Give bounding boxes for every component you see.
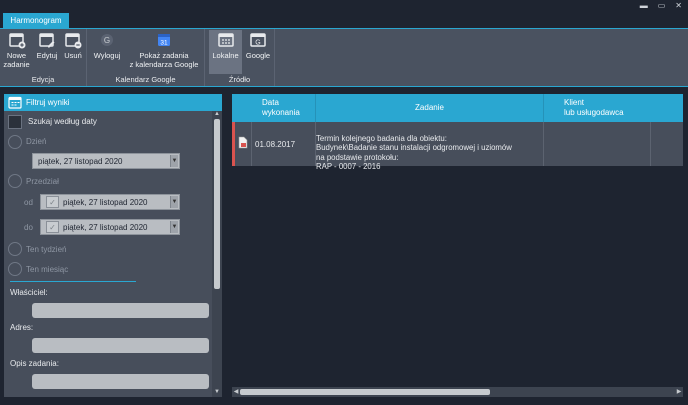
local-calendar-icon [217,33,234,47]
ribbon: Nowe zadanie Edytuj Usuń Edycja G Wylogu… [0,28,688,87]
filter-header: Filtruj wyniki [4,94,222,111]
scroll-right-icon[interactable]: ▶ [675,387,683,397]
ribbon-group-google-calendar: G Wyloguj 31 Pokaż zadania z kalendarza … [87,29,205,86]
address-field[interactable] [32,338,209,353]
scroll-up-icon[interactable]: ▲ [212,111,222,119]
grid-horizontal-scrollbar[interactable]: ◀ ▶ [232,387,683,397]
filter-divider [10,281,136,282]
edit-label: Edytuj [36,51,58,60]
filter-panel: Filtruj wyniki Szukaj według daty Dzień … [4,94,222,397]
address-label: Adres: [10,323,34,332]
to-label: do [24,223,33,232]
day-date-picker[interactable]: piątek, 27 listopad 2020 ▼ [32,153,180,169]
google-logout-icon: G [101,34,113,46]
day-date-value: piątek, 27 listopad 2020 [38,156,123,166]
minimize-icon[interactable]: ▬ [640,1,648,10]
range-radio[interactable] [8,174,22,188]
close-icon[interactable]: ✕ [675,1,682,10]
task-description-field[interactable] [32,374,209,389]
scroll-thumb[interactable] [240,389,490,395]
to-date-value: piątek, 27 listopad 2020 [63,222,148,232]
logout-button[interactable]: G Wyloguj [90,31,124,60]
window-controls: ▬ ▭ ✕ [640,1,682,10]
row-extra-cell [651,122,683,166]
scroll-down-icon[interactable]: ▼ [212,389,222,397]
show-google-tasks-button[interactable]: 31 Pokaż zadania z kalendarza Google [125,31,203,69]
calendar-edit-icon [39,33,55,48]
filter-title: Filtruj wyniki [26,98,70,107]
column-separator [543,94,544,122]
chevron-down-icon[interactable]: ▼ [170,155,178,167]
from-date-value: piątek, 27 listopad 2020 [63,197,148,207]
column-header-task[interactable]: Zadanie [316,94,543,122]
calendar-add-icon [8,33,25,49]
svg-text:G: G [255,40,260,47]
grid-header: Data wykonania Zadanie Klient lub usługo… [232,94,683,122]
tab-harmonogram[interactable]: Harmonogram [3,13,69,28]
group-label-edycja: Edycja [31,75,55,84]
edit-button[interactable]: Edytuj [34,31,60,60]
local-source-button[interactable]: Lokalne [209,30,242,74]
this-month-radio[interactable] [8,262,22,276]
svg-text:G: G [104,36,110,45]
from-date-checkbox[interactable]: ✓ [46,196,59,208]
search-by-date-label: Szukaj według daty [28,117,97,126]
row-task-cell: Termin kolejnego badania dla obiektu: Bu… [316,122,544,171]
this-week-label: Ten tydzień [26,245,67,254]
from-date-picker[interactable]: ✓ piątek, 27 listopad 2020 ▼ [40,194,180,210]
google-source-button[interactable]: G Google [243,31,273,60]
group-label-google-calendar: Kalendarz Google [115,75,176,84]
logout-label: Wyloguj [93,51,121,60]
group-label-source: Źródło [228,75,251,84]
calendar-delete-icon [65,33,82,49]
delete-label: Usuń [64,51,82,60]
chevron-down-icon[interactable]: ▼ [170,221,178,233]
google-source-icon: G [250,33,266,47]
chevron-down-icon[interactable]: ▼ [170,196,178,208]
to-date-checkbox[interactable]: ✓ [46,221,59,233]
delete-button[interactable]: Usuń [62,31,84,60]
column-header-date[interactable]: Data wykonania [262,94,317,122]
this-month-label: Ten miesiąc [26,265,69,274]
task-description-label: Opis zadania: [10,359,59,368]
filter-scrollbar[interactable]: ▲ ▼ [212,111,222,397]
document-icon [238,136,248,149]
row-date-cell: 01.08.2017 [252,122,316,166]
google-calendar-icon: 31 [158,34,170,47]
show-google-tasks-label: Pokaż zadania z kalendarza Google [129,51,199,69]
svg-text:31: 31 [160,40,168,47]
new-task-button[interactable]: Nowe zadanie [3,31,30,69]
owner-label: Właściciel: [10,288,48,297]
local-source-label: Lokalne [212,51,239,60]
google-source-label: Google [245,51,271,60]
row-task: Termin kolejnego badania dla obiektu: Bu… [316,133,512,172]
day-label: Dzień [26,137,47,146]
filter-calendar-icon [8,96,22,109]
range-label: Przedział [26,177,59,186]
column-header-client[interactable]: Klient lub usługodawca [564,94,664,122]
row-date: 01.08.2017 [255,139,296,149]
table-row[interactable]: 01.08.2017 Termin kolejnego badania dla … [232,122,683,171]
to-date-picker[interactable]: ✓ piątek, 27 listopad 2020 ▼ [40,219,180,235]
scroll-thumb[interactable] [214,119,220,289]
row-client-cell [544,122,651,166]
search-by-date-checkbox[interactable] [8,115,22,129]
tasks-grid: Data wykonania Zadanie Klient lub usługo… [232,94,683,397]
scroll-left-icon[interactable]: ◀ [232,387,240,397]
row-icon-cell [232,122,252,166]
ribbon-group-source: Lokalne G Google Źródło [205,29,275,86]
from-label: od [24,198,33,207]
day-radio[interactable] [8,135,22,149]
owner-field[interactable] [32,303,209,318]
maximize-icon[interactable]: ▭ [658,1,666,10]
new-task-label: Nowe zadanie [3,51,30,69]
this-week-radio[interactable] [8,242,22,256]
title-bar: ▬ ▭ ✕ [0,0,688,14]
ribbon-group-edycja: Nowe zadanie Edytuj Usuń Edycja [0,29,87,86]
